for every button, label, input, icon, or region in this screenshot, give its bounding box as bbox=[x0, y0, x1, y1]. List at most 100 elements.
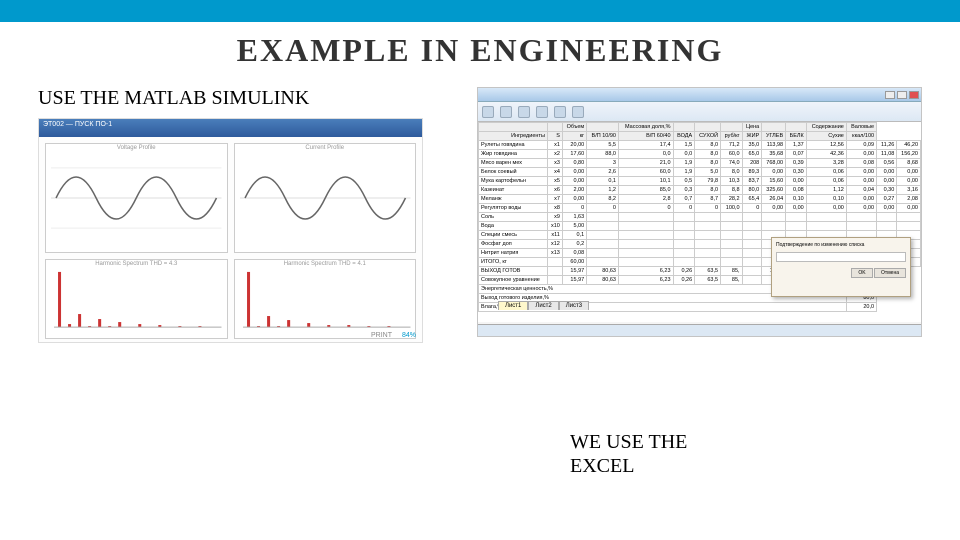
cell bbox=[587, 213, 619, 222]
table-row: Регулятор водыx800000100,000,000,000,000… bbox=[479, 204, 921, 213]
cell bbox=[806, 213, 846, 222]
cell: 74,0 bbox=[721, 159, 742, 168]
cell: 85,0 bbox=[618, 186, 673, 195]
cell: 10,1 bbox=[618, 177, 673, 186]
cell: 0,00 bbox=[897, 204, 921, 213]
table-row: Жир говядинаx217,6088,00,00,08,060,065,0… bbox=[479, 150, 921, 159]
cell bbox=[786, 222, 807, 231]
matlab-screenshot: ЭТ002 — ПУСК ПО-1 Voltage Profile Curren… bbox=[38, 118, 423, 343]
cell: Совокупное уравнение bbox=[479, 276, 548, 285]
cell: 85, bbox=[721, 267, 742, 276]
col-subheader: БЕЛК bbox=[786, 132, 807, 141]
cell bbox=[877, 222, 897, 231]
cell: 20,00 bbox=[562, 141, 586, 150]
cell bbox=[742, 240, 762, 249]
cell: 8,0 bbox=[695, 186, 721, 195]
cell: 63,5 bbox=[695, 276, 721, 285]
cell: 156,20 bbox=[897, 150, 921, 159]
cell: Жир говядина bbox=[479, 150, 548, 159]
cell: 8,0 bbox=[695, 159, 721, 168]
ribbon-icon bbox=[482, 106, 494, 118]
cell: 1,63 bbox=[562, 213, 586, 222]
cell: 0,00 bbox=[877, 204, 897, 213]
cell: 113,98 bbox=[762, 141, 786, 150]
col-subheader: В/П 60/40 bbox=[618, 132, 673, 141]
cell: x2 bbox=[547, 150, 562, 159]
cell: 0,00 bbox=[562, 177, 586, 186]
cell: Белок соевый bbox=[479, 168, 548, 177]
cell bbox=[547, 258, 562, 267]
cell: 3,16 bbox=[897, 186, 921, 195]
cell bbox=[673, 258, 695, 267]
cell: 0,1 bbox=[587, 177, 619, 186]
slide-title: EXAMPLE IN ENGINEERING bbox=[0, 32, 960, 69]
cell: x6 bbox=[547, 186, 562, 195]
col-header bbox=[786, 123, 807, 132]
excel-thead: ОбъемМассовая доля,%ЦенаСодержаниеВаловы… bbox=[479, 123, 921, 141]
cell bbox=[673, 213, 695, 222]
cell: 0,00 bbox=[806, 204, 846, 213]
cell: 80,0 bbox=[742, 186, 762, 195]
cell: 15,97 bbox=[562, 267, 586, 276]
cell: 0,08 bbox=[786, 186, 807, 195]
cell: 0,10 bbox=[786, 195, 807, 204]
table-row: Мясо варен мехx30,80321,01,98,074,020876… bbox=[479, 159, 921, 168]
cell: 0,00 bbox=[897, 168, 921, 177]
cell: 2,00 bbox=[562, 186, 586, 195]
cell: 6,23 bbox=[618, 267, 673, 276]
cell: 8,2 bbox=[587, 195, 619, 204]
cell bbox=[742, 267, 762, 276]
cell bbox=[897, 213, 921, 222]
cell: 0,2 bbox=[562, 240, 586, 249]
cell bbox=[721, 240, 742, 249]
cell: 20,0 bbox=[846, 303, 876, 312]
cell: 63,5 bbox=[695, 267, 721, 276]
cell: 0,5 bbox=[673, 177, 695, 186]
cell: 0,07 bbox=[786, 150, 807, 159]
cell: 0,10 bbox=[806, 195, 846, 204]
cell: 0 bbox=[742, 204, 762, 213]
cell: Рулеты говядина bbox=[479, 141, 548, 150]
cell: 60,0 bbox=[618, 168, 673, 177]
cell bbox=[587, 258, 619, 267]
minimize-icon bbox=[885, 91, 895, 99]
cell: 0,30 bbox=[786, 168, 807, 177]
excel-statusbar bbox=[478, 324, 921, 336]
cell: 88,0 bbox=[587, 150, 619, 159]
left-subtitle: USE THE MATLAB SIMULINK bbox=[38, 87, 457, 110]
col-subheader: руб/кг bbox=[721, 132, 742, 141]
table-row: Белок соевыйx40,002,660,01,95,08,089,30,… bbox=[479, 168, 921, 177]
cell: 1,5 bbox=[673, 141, 695, 150]
cell: 17,4 bbox=[618, 141, 673, 150]
cell: Фосфат доп bbox=[479, 240, 548, 249]
cell: 0 bbox=[695, 204, 721, 213]
cell: ИТОГО, кг bbox=[479, 258, 548, 267]
cell bbox=[695, 240, 721, 249]
cell bbox=[742, 258, 762, 267]
cell bbox=[806, 222, 846, 231]
cell: 0,08 bbox=[562, 249, 586, 258]
cell: 0,7 bbox=[673, 195, 695, 204]
cell: x10 bbox=[547, 222, 562, 231]
cell bbox=[721, 222, 742, 231]
cell: x3 bbox=[547, 159, 562, 168]
cell: 0,00 bbox=[786, 204, 807, 213]
cell: 0,00 bbox=[762, 204, 786, 213]
cell: x12 bbox=[547, 240, 562, 249]
ribbon-icon bbox=[500, 106, 512, 118]
dialog-cancel-button: Отмена bbox=[874, 268, 906, 278]
cell bbox=[547, 276, 562, 285]
cell bbox=[721, 231, 742, 240]
col-subheader: кг bbox=[562, 132, 586, 141]
cell bbox=[695, 213, 721, 222]
cell: 1,9 bbox=[673, 168, 695, 177]
col-header bbox=[695, 123, 721, 132]
percent-label: 84% bbox=[402, 332, 416, 339]
table-row: Меланжx70,008,22,80,78,728,265,426,040,1… bbox=[479, 195, 921, 204]
cell: 0,80 bbox=[562, 159, 586, 168]
cell bbox=[846, 222, 876, 231]
cell: 0 bbox=[673, 204, 695, 213]
dialog-field bbox=[776, 252, 906, 262]
cell: 2,8 bbox=[618, 195, 673, 204]
cell: 65,0 bbox=[742, 150, 762, 159]
